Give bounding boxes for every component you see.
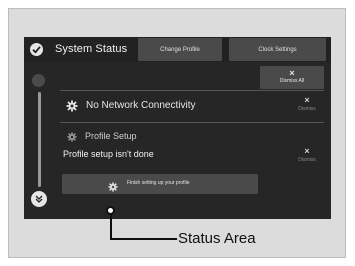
gear-icon <box>66 100 78 112</box>
close-icon: × <box>304 146 310 156</box>
gear-icon <box>67 132 77 142</box>
notification-title: No Network Connectivity <box>86 100 196 111</box>
finish-profile-label: Finish setting up your profile <box>127 180 190 186</box>
callout-marker <box>106 206 115 215</box>
notification-title: Profile Setup <box>85 131 137 141</box>
dismiss-button[interactable]: × Dismiss <box>290 146 324 166</box>
scrollbar[interactable] <box>38 92 41 187</box>
dismiss-label: Dismiss <box>298 157 316 163</box>
finish-profile-button[interactable]: Finish setting up your profile <box>62 174 258 194</box>
dismiss-all-label: Dismiss All <box>279 78 305 84</box>
check-icon <box>30 43 43 56</box>
callout-line <box>110 214 112 239</box>
gear-icon <box>108 179 118 192</box>
dismiss-all-button[interactable]: × Dismiss All <box>260 66 324 89</box>
scroll-up-button[interactable] <box>32 74 45 87</box>
callout-line <box>110 238 177 240</box>
chevron-down-icon <box>35 195 43 205</box>
callout-label: Status Area <box>178 230 256 247</box>
display-screen: System Status Change Profile Clock Setti… <box>24 37 331 219</box>
tab-clock-settings[interactable]: Clock Settings <box>229 38 326 61</box>
dismiss-button[interactable]: × Dismiss <box>290 95 324 115</box>
tab-system-status-label: System Status <box>55 43 128 55</box>
divider <box>60 122 324 123</box>
notification-no-network: No Network Connectivity <box>60 98 250 116</box>
close-icon: × <box>304 95 310 105</box>
notification-description: Profile setup isn't done <box>63 149 154 159</box>
dismiss-label: Dismiss <box>298 106 316 112</box>
tab-bar: System Status Change Profile Clock Setti… <box>24 37 331 62</box>
notification-profile-setup: Profile Setup <box>60 130 250 146</box>
close-icon: × <box>289 68 295 78</box>
divider <box>60 90 324 91</box>
scroll-down-button[interactable] <box>31 191 47 207</box>
status-area: × Dismiss All No Network Connectivity × … <box>24 62 331 219</box>
tab-change-profile[interactable]: Change Profile <box>138 38 222 61</box>
tab-system-status[interactable]: System Status <box>24 37 144 62</box>
